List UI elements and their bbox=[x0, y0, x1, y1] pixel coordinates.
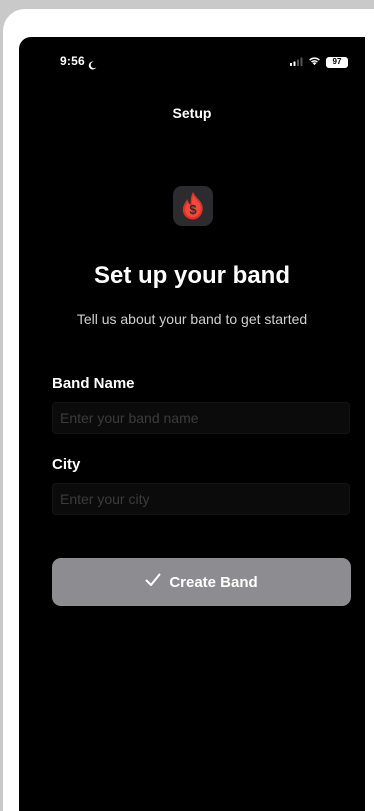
city-label: City bbox=[52, 456, 81, 473]
signal-icon bbox=[290, 53, 303, 71]
device-frame: 9:56 97 Setup $ Set up your band Tell us… bbox=[3, 9, 374, 811]
svg-text:$: $ bbox=[189, 202, 197, 217]
flame-dollar-icon: $ bbox=[173, 186, 213, 226]
status-time-group: 9:56 bbox=[60, 54, 97, 69]
status-bar: 9:56 97 bbox=[19, 37, 365, 81]
create-band-label: Create Band bbox=[169, 573, 258, 591]
page-title: Set up your band bbox=[93, 262, 290, 289]
status-time: 9:56 bbox=[60, 54, 85, 68]
battery-icon: 97 bbox=[326, 56, 348, 68]
moon-icon bbox=[88, 57, 97, 69]
status-indicators: 97 bbox=[290, 53, 348, 71]
page-frame: 9:56 97 Setup $ Set up your band Tell us… bbox=[0, 0, 374, 811]
create-band-button[interactable]: Create Band bbox=[52, 558, 351, 606]
nav-title: Setup bbox=[172, 105, 212, 121]
page-subtitle: Tell us about your band to get started bbox=[76, 311, 308, 327]
city-input[interactable] bbox=[52, 483, 350, 515]
band-name-label: Band Name bbox=[52, 375, 135, 392]
band-name-input[interactable] bbox=[52, 402, 350, 434]
wifi-icon bbox=[308, 53, 321, 71]
phone-screen: 9:56 97 Setup $ Set up your band Tell us… bbox=[19, 37, 365, 811]
checkmark-icon bbox=[145, 573, 161, 591]
